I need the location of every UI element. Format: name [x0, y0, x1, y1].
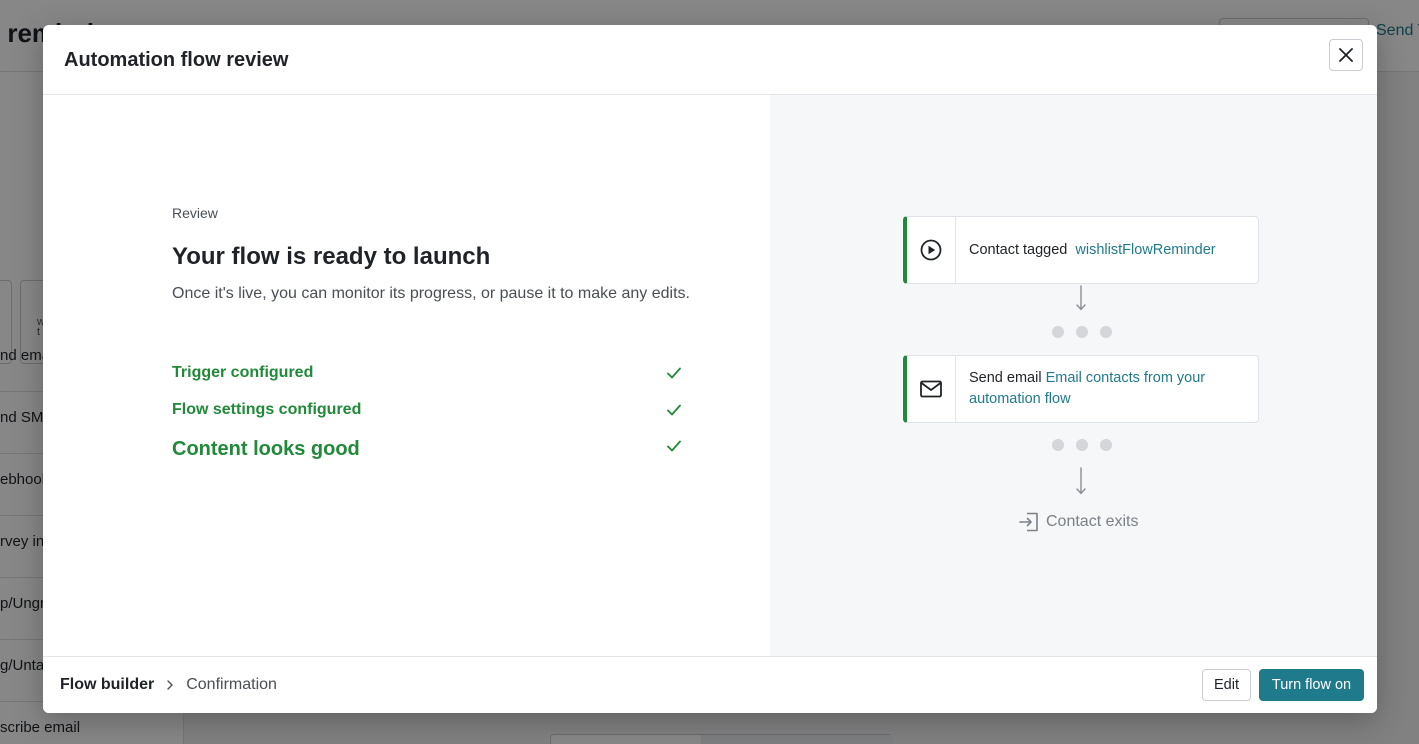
flow-ellipsis	[1052, 325, 1112, 339]
exit-icon	[1019, 512, 1038, 532]
flow-exit: Contact exits	[1018, 511, 1138, 533]
play-circle-icon	[920, 239, 942, 261]
modal-title: Automation flow review	[64, 49, 289, 71]
breadcrumb-flow-builder[interactable]: Flow builder	[60, 676, 154, 694]
check-label: Trigger configured	[172, 364, 314, 381]
step-text: Contact tagged wishlistFlowReminder	[969, 217, 1249, 283]
review-headline: Your flow is ready to launch	[172, 243, 491, 270]
flow-arrow-down-icon	[1076, 467, 1086, 495]
check-trigger-configured: Trigger configured	[172, 361, 682, 385]
flow-step-send-email[interactable]: Send email Email contacts from your auto…	[903, 355, 1259, 423]
chevron-right-icon	[167, 680, 173, 690]
step-label: Contact tagged	[969, 241, 1068, 258]
exit-label: Contact exits	[1046, 513, 1139, 530]
step-detail: wishlistFlowReminder	[1075, 241, 1216, 258]
review-pane: Review Your flow is ready to launch Once…	[43, 95, 770, 656]
step-text: Send email Email contacts from your auto…	[969, 356, 1249, 422]
step-label: Send email	[969, 370, 1042, 386]
ellipsis-dot	[1052, 326, 1064, 338]
checkmark-icon	[666, 402, 682, 418]
review-eyebrow: Review	[172, 205, 218, 221]
flow-ellipsis	[1052, 438, 1112, 452]
flow-arrow-down-icon	[1076, 285, 1086, 311]
breadcrumb-confirmation: Confirmation	[186, 676, 277, 693]
check-label: Flow settings configured	[172, 401, 362, 418]
ellipsis-dot	[1076, 326, 1088, 338]
step-icon-container	[907, 356, 956, 422]
step-icon-container	[907, 217, 956, 283]
automation-review-modal: Automation flow review Review Your flow …	[43, 25, 1377, 713]
envelope-icon	[920, 380, 942, 398]
flow-step-trigger[interactable]: Contact tagged wishlistFlowReminder	[903, 216, 1259, 284]
flow-diagram-pane: Contact tagged wishlistFlowReminder Send…	[770, 95, 1377, 656]
turn-flow-on-button[interactable]: Turn flow on	[1259, 669, 1364, 701]
close-icon	[1339, 48, 1353, 62]
review-description: Once it's live, you can monitor its prog…	[172, 285, 690, 302]
checkmark-icon	[666, 438, 682, 454]
checkmark-icon	[666, 365, 682, 381]
edit-button[interactable]: Edit	[1202, 669, 1251, 701]
ellipsis-dot	[1100, 326, 1112, 338]
modal-footer: Flow builder Confirmation Edit Turn flow…	[43, 656, 1377, 713]
ellipsis-dot	[1100, 439, 1112, 451]
check-flow-settings-configured: Flow settings configured	[172, 398, 682, 422]
check-content-looks-good: Content looks good	[172, 435, 682, 463]
breadcrumb: Flow builder Confirmation	[60, 676, 277, 694]
ellipsis-dot	[1052, 439, 1064, 451]
close-button[interactable]	[1329, 39, 1363, 71]
modal-header: Automation flow review	[43, 25, 1377, 95]
ellipsis-dot	[1076, 439, 1088, 451]
check-label: Content looks good	[172, 437, 360, 460]
